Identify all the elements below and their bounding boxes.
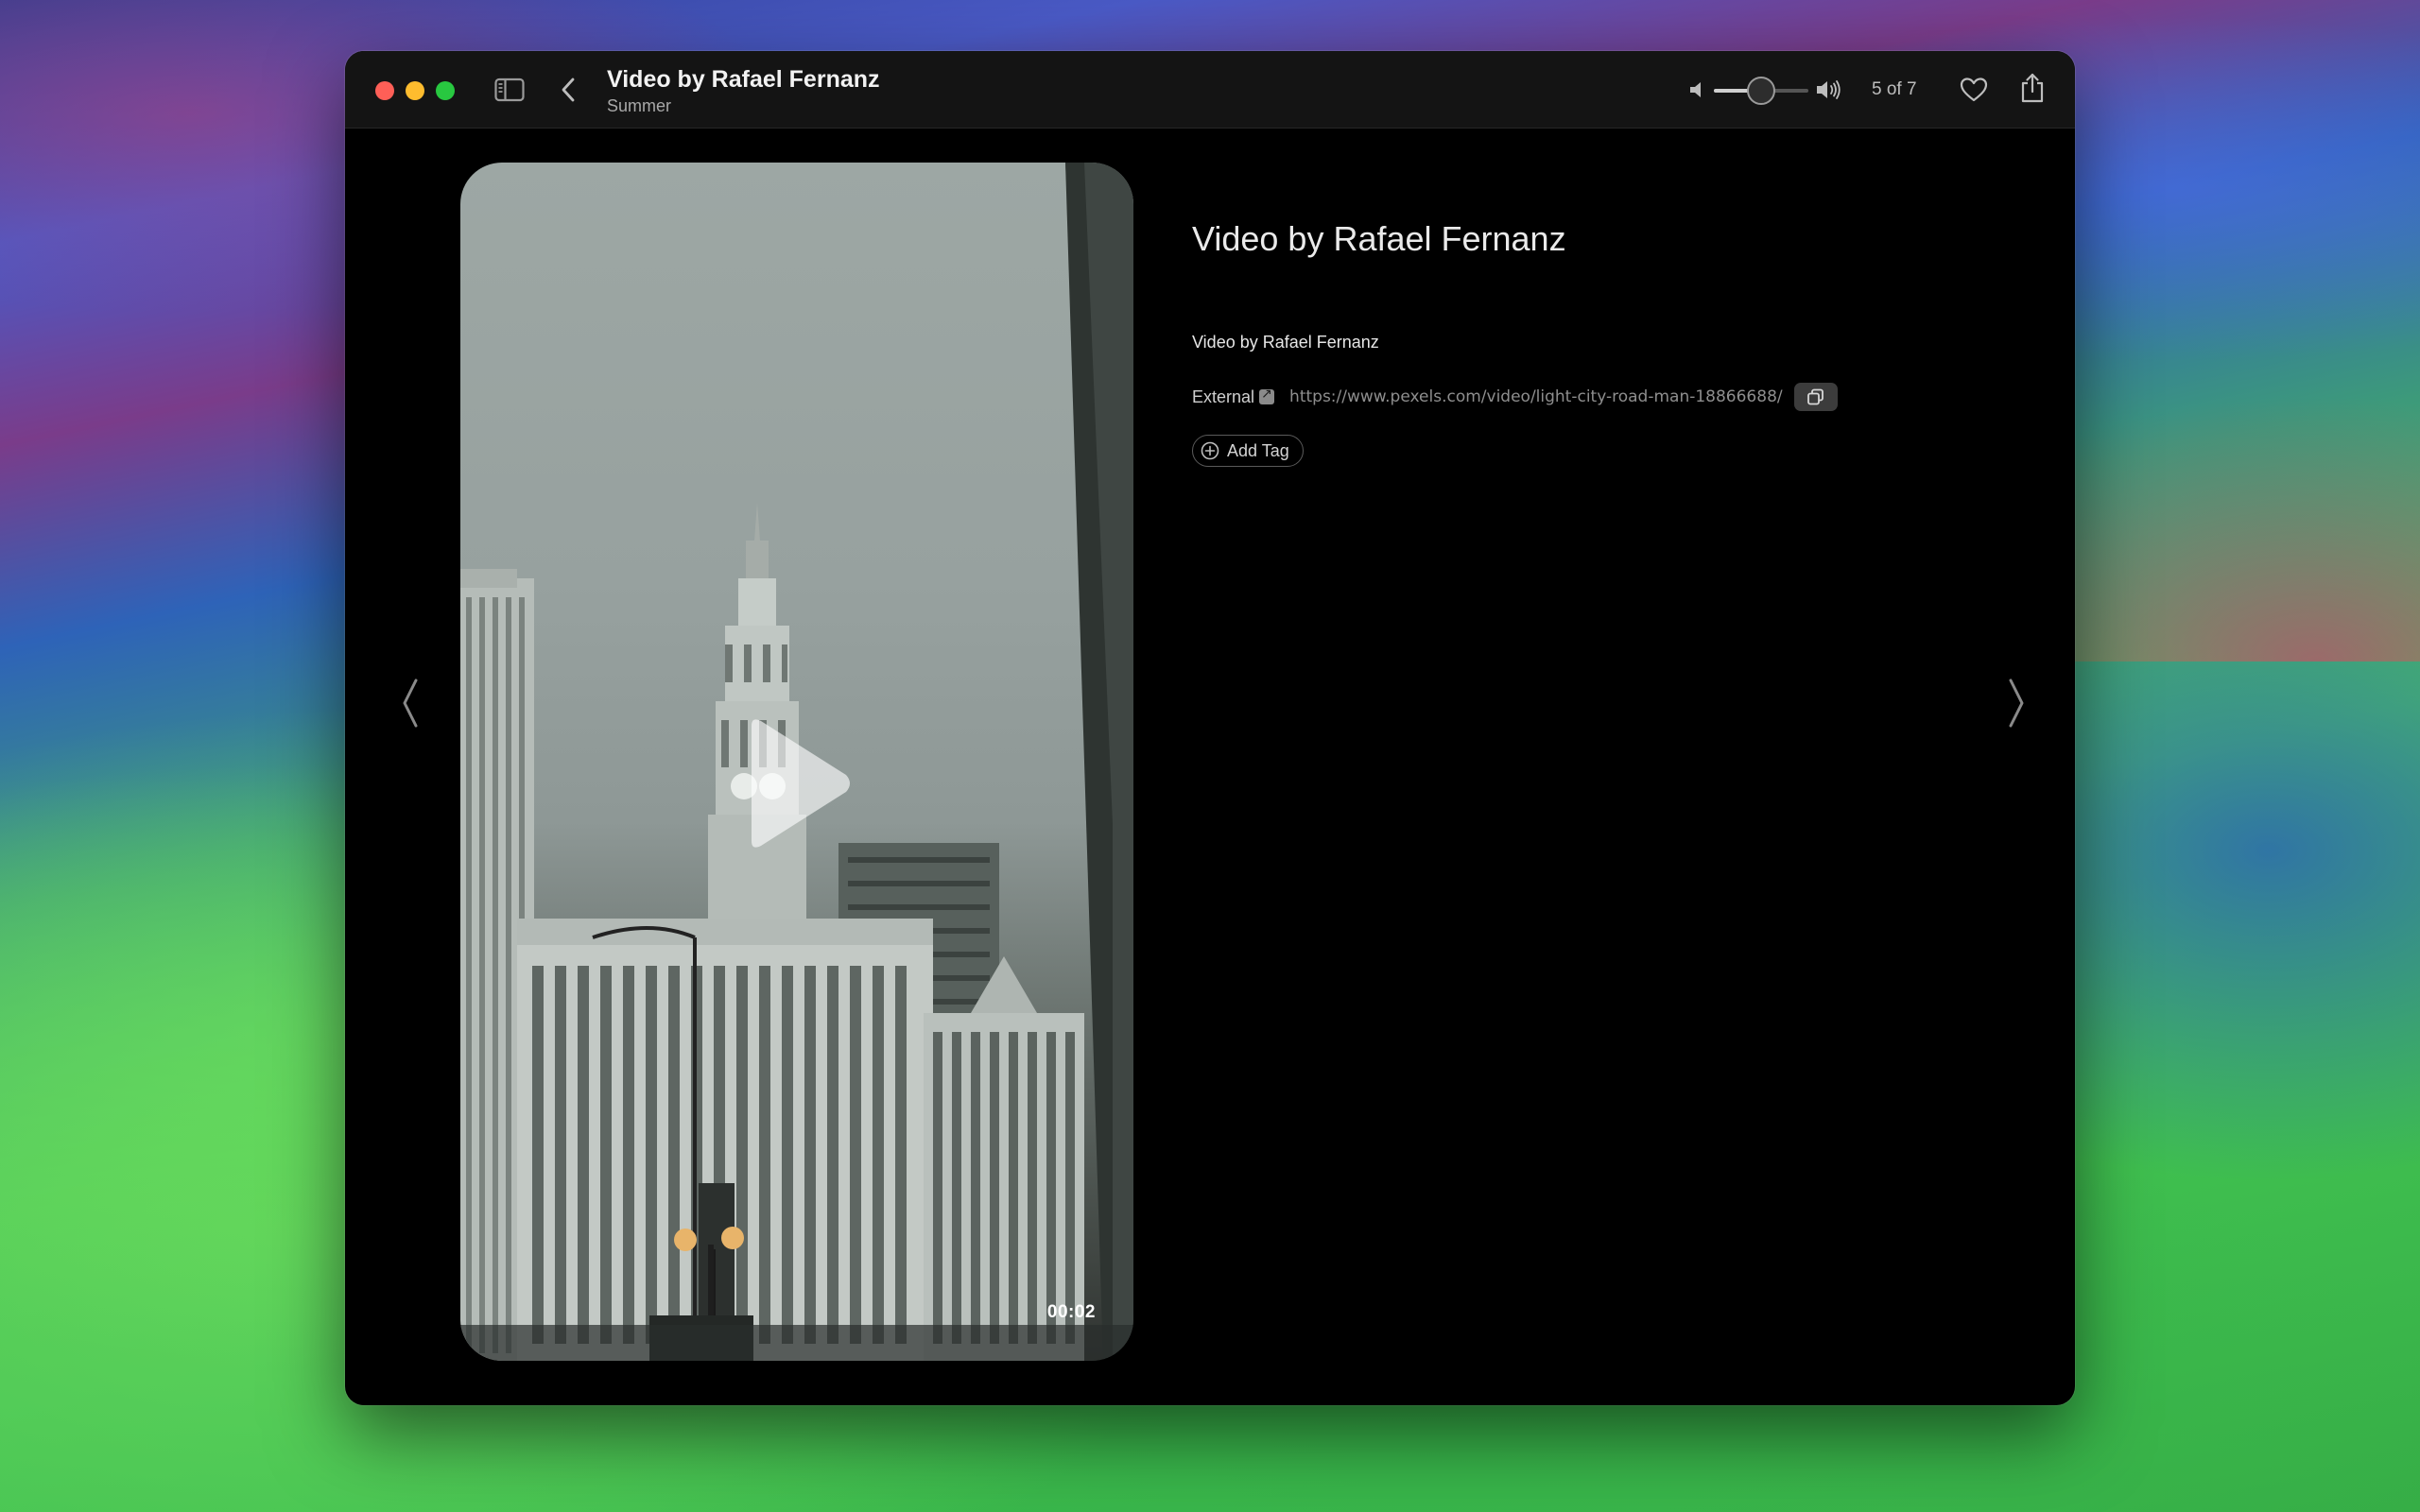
share-button[interactable] — [2018, 72, 2047, 104]
share-icon — [2021, 73, 2044, 103]
item-counter: 5 of 7 — [1872, 79, 1917, 99]
sidebar-toggle-button[interactable] — [494, 77, 525, 103]
title-bar: Video by Rafael Fernanz Summer 5 of 7 — [345, 51, 2075, 129]
add-tag-button[interactable]: Add Tag — [1192, 435, 1304, 467]
external-link-icon[interactable] — [1259, 387, 1275, 404]
heart-icon — [1960, 77, 1988, 102]
sidebar-icon — [494, 77, 525, 102]
previous-item-button[interactable] — [397, 675, 425, 731]
speaker-high-icon — [1817, 80, 1841, 99]
speaker-low-icon — [1690, 82, 1701, 97]
volume-high-button[interactable] — [1815, 77, 1841, 103]
chevron-right-icon — [2009, 679, 2024, 728]
app-window: Video by Rafael Fernanz Summer 5 of 7 00… — [345, 51, 2075, 1405]
source-link-row: External https://www.pexels.com/video/li… — [1192, 383, 1838, 411]
volume-slider-knob[interactable] — [1747, 77, 1775, 105]
video-player[interactable]: 00:02 — [460, 163, 1133, 1361]
chevron-left-icon — [403, 679, 418, 728]
source-url-link[interactable]: https://www.pexels.com/video/light-city-… — [1289, 387, 1783, 406]
volume-low-button[interactable] — [1687, 78, 1708, 101]
favorite-button[interactable] — [1959, 75, 1989, 105]
add-tag-label: Add Tag — [1227, 440, 1289, 460]
link-label: External — [1192, 387, 1255, 406]
video-duration: 00:02 — [1046, 1302, 1096, 1322]
copy-url-button[interactable] — [1793, 383, 1838, 411]
volume-slider[interactable] — [1714, 77, 1808, 105]
detail-description: Video by Rafael Fernanz — [1192, 333, 1379, 352]
zoom-button[interactable] — [436, 81, 455, 100]
chevron-left-icon — [562, 77, 575, 102]
window-subtitle: Summer — [607, 96, 672, 115]
detail-title: Video by Rafael Fernanz — [1192, 219, 1566, 258]
copy-icon — [1806, 388, 1824, 405]
window-title: Video by Rafael Fernanz — [607, 66, 880, 93]
plus-circle-icon — [1201, 441, 1219, 460]
close-button[interactable] — [375, 81, 394, 100]
minimize-button[interactable] — [406, 81, 424, 100]
next-item-button[interactable] — [2001, 675, 2030, 731]
play-icon[interactable] — [735, 713, 857, 854]
back-button[interactable] — [558, 76, 579, 104]
